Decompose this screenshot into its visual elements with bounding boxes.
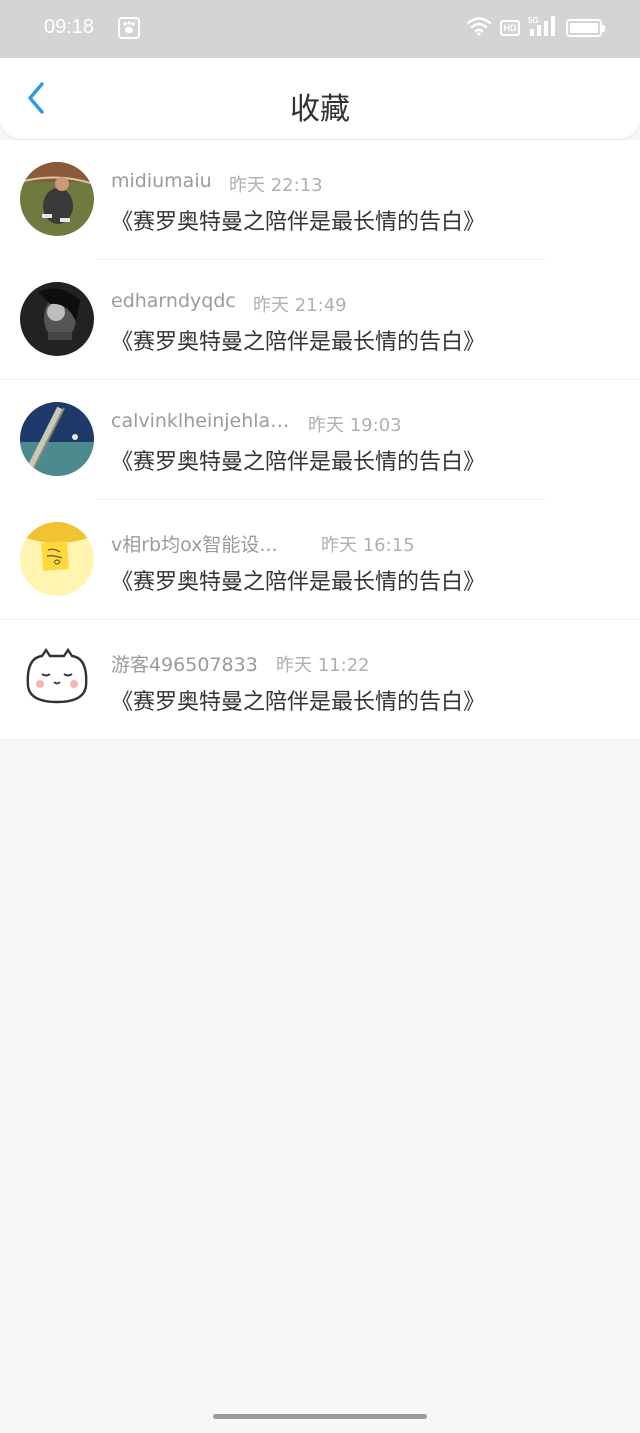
video-title: 《赛罗奥特曼之陪伴是最长情的告白》 xyxy=(111,330,486,355)
baidu-paw-icon xyxy=(118,17,140,39)
timestamp: 昨天 21:49 xyxy=(253,295,347,316)
avatar xyxy=(20,402,94,476)
timestamp: 昨天 16:15 xyxy=(321,535,415,556)
divider xyxy=(0,739,640,740)
timestamp: 昨天 11:22 xyxy=(276,655,370,676)
timestamp: 昨天 19:03 xyxy=(308,415,402,436)
list-item[interactable]: midiumaiu 昨天 22:13 《赛罗奥特曼之陪伴是最长情的告白》 xyxy=(0,140,640,260)
username: calvinklheinjehlans xyxy=(111,410,291,432)
avatar xyxy=(20,642,94,716)
video-title: 《赛罗奥特曼之陪伴是最长情的告白》 xyxy=(111,450,486,475)
favorites-list: midiumaiu 昨天 22:13 《赛罗奥特曼之陪伴是最长情的告白》 edh… xyxy=(0,140,640,740)
list-item[interactable]: 游客496507833 昨天 11:22 《赛罗奥特曼之陪伴是最长情的告白》 xyxy=(0,620,640,740)
svg-text:5G: 5G xyxy=(528,16,539,25)
status-bar: 09:18 HD 5G xyxy=(0,0,640,58)
page-title: 收藏 xyxy=(290,92,350,127)
hd-icon: HD xyxy=(500,20,520,36)
avatar xyxy=(20,522,94,596)
username: edharndyqdc xyxy=(111,290,236,312)
username: 游客496507833 xyxy=(111,654,258,676)
status-icons: HD 5G xyxy=(466,15,605,41)
status-time: 09:18 xyxy=(44,16,95,38)
timestamp: 昨天 22:13 xyxy=(229,175,323,196)
avatar xyxy=(20,282,94,356)
list-item[interactable]: edharndyqdc 昨天 21:49 《赛罗奥特曼之陪伴是最长情的告白》 xyxy=(0,260,640,380)
video-title: 《赛罗奥特曼之陪伴是最长情的告白》 xyxy=(111,210,486,235)
username: v相rb均ox智能设... xyxy=(111,534,278,556)
video-title: 《赛罗奥特曼之陪伴是最长情的告白》 xyxy=(111,690,486,715)
list-item[interactable]: v相rb均ox智能设... 昨天 16:15 《赛罗奥特曼之陪伴是最长情的告白》 xyxy=(0,500,640,620)
battery-icon xyxy=(566,19,605,37)
avatar xyxy=(20,162,94,236)
home-indicator[interactable] xyxy=(213,1414,427,1419)
list-item[interactable]: calvinklheinjehlans 昨天 19:03 《赛罗奥特曼之陪伴是最… xyxy=(0,380,640,500)
signal-5g-icon: 5G xyxy=(528,15,558,41)
wifi-icon xyxy=(466,16,492,40)
username: midiumaiu xyxy=(111,170,212,192)
nav-header: 收藏 xyxy=(0,58,640,140)
video-title: 《赛罗奥特曼之陪伴是最长情的告白》 xyxy=(111,570,486,595)
